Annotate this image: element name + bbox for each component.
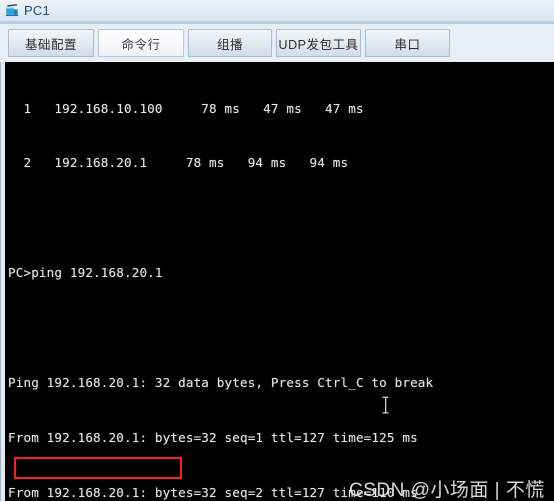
tab-basic-config[interactable]: 基础配置	[8, 29, 94, 57]
tab-udp-sender[interactable]: UDP发包工具	[276, 29, 361, 57]
terminal-line: 2 192.168.20.1 78 ms 94 ms 94 ms	[8, 155, 349, 171]
terminal-line: Ping 192.168.20.1: 32 data bytes, Press …	[8, 375, 434, 391]
tab-serial-port[interactable]: 串口	[365, 29, 450, 57]
tab-multicast[interactable]: 组播	[188, 29, 272, 57]
window-title-bar: PC1	[0, 0, 554, 21]
terminal-line: 1 192.168.10.100 78 ms 47 ms 47 ms	[8, 100, 364, 116]
tab-strip: 基础配置 命令行 组播 UDP发包工具 串口	[0, 24, 554, 62]
terminal-line: From 192.168.20.1: bytes=32 seq=1 ttl=12…	[8, 429, 418, 445]
pc-device-icon	[4, 2, 21, 19]
tab-command-line[interactable]: 命令行	[98, 29, 184, 57]
emulator-window: PC1 基础配置 命令行 组播 UDP发包工具 串口 1 192.168.10.…	[0, 0, 554, 501]
terminal-line: PC>ping 192.168.20.1	[8, 265, 163, 281]
terminal-console[interactable]: 1 192.168.10.100 78 ms 47 ms 47 ms 2 192…	[5, 62, 554, 501]
window-title: PC1	[24, 3, 50, 18]
terminal-line: From 192.168.20.1: bytes=32 seq=2 ttl=12…	[8, 484, 418, 500]
